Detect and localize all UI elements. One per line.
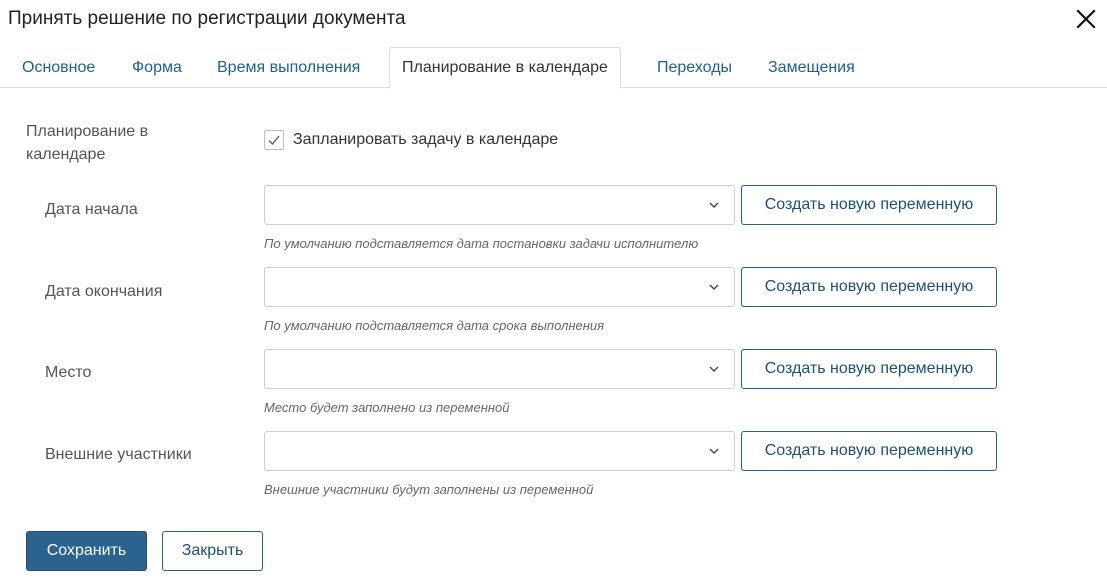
close-dialog-button[interactable] (1073, 6, 1099, 32)
end-date-hint: По умолчанию подставляется дата срока вы… (264, 318, 605, 333)
tab-calendar-planning[interactable]: Планирование в календаре (389, 47, 621, 89)
start-date-label: Дата начала (45, 201, 138, 218)
create-variable-button-start-date[interactable]: Создать новую переменную (741, 185, 997, 225)
check-icon (268, 135, 280, 145)
chevron-down-icon (709, 366, 719, 372)
external-participants-label: Внешние участники (45, 446, 192, 463)
end-date-label: Дата окончания (45, 283, 163, 300)
create-variable-button-place[interactable]: Создать новую переменную (741, 349, 997, 389)
close-icon (1076, 9, 1096, 29)
tab-form[interactable]: Форма (132, 47, 182, 88)
place-label: Место (45, 364, 92, 381)
tab-execution-time[interactable]: Время выполнения (217, 47, 360, 88)
save-button[interactable]: Сохранить (26, 531, 147, 571)
dialog-title: Принять решение по регистрации документа (8, 8, 406, 29)
start-date-hint: По умолчанию подставляется дата постанов… (264, 236, 699, 251)
chevron-down-icon (709, 202, 719, 208)
calendar-section-label: Планирование в календаре (26, 123, 149, 163)
chevron-down-icon (709, 284, 719, 290)
dialog: Принять решение по регистрации документа… (0, 0, 1107, 577)
tab-main[interactable]: Основное (22, 47, 95, 88)
checkbox-label: Запланировать задачу в календаре (293, 131, 559, 148)
external-participants-hint: Внешние участники будут заполнены из пер… (264, 482, 594, 497)
chevron-down-icon (709, 448, 719, 454)
end-date-select[interactable] (264, 267, 735, 307)
close-button[interactable]: Закрыть (162, 531, 263, 571)
checkbox-box[interactable] (264, 130, 284, 150)
place-select[interactable] (264, 349, 735, 389)
external-participants-select[interactable] (264, 431, 735, 471)
tab-substitutions[interactable]: Замещения (768, 47, 855, 88)
create-variable-button-end-date[interactable]: Создать новую переменную (741, 267, 997, 307)
start-date-select[interactable] (264, 185, 735, 225)
tab-transitions[interactable]: Переходы (657, 47, 732, 88)
tab-bar: Основное Форма Время выполнения Планиров… (0, 47, 1107, 89)
create-variable-button-external-participants[interactable]: Создать новую переменную (741, 431, 997, 471)
place-hint: Место будет заполнено из переменной (264, 400, 510, 415)
schedule-in-calendar-checkbox[interactable]: Запланировать задачу в календаре (264, 130, 558, 150)
